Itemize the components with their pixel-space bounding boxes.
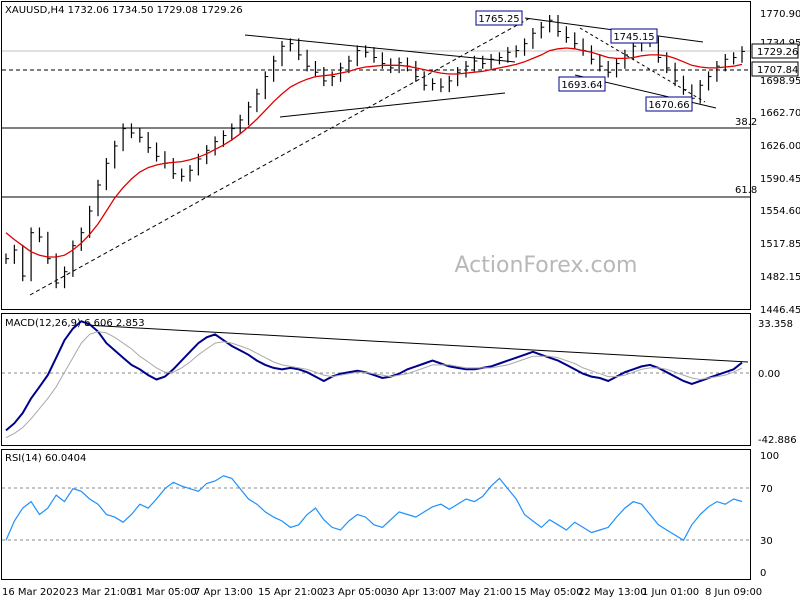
rsi-tick: 100 (760, 451, 779, 462)
price-tick: 1698.95 (760, 76, 800, 87)
price-chart: ActionForex.com 1765.25 1745.15 1693.64 … (1, 1, 800, 598)
x-tick: 15 May 05:00 (514, 587, 583, 598)
label-1765: 1765.25 (478, 14, 519, 25)
x-tick: 8 Jun 09:00 (705, 587, 762, 598)
macd-title: MACD(12,26,9) 6.606 2.853 (5, 318, 145, 329)
chart-title: XAUUSD,H4 1732.06 1734.50 1729.08 1729.2… (5, 5, 243, 16)
current-price-badge: 1729.26 (751, 43, 799, 59)
label-1693: 1693.64 (561, 80, 602, 91)
x-tick: 16 Mar 2020 (2, 587, 65, 598)
rsi-tick: 0 (760, 568, 766, 579)
price-tick: 1517.85 (760, 239, 800, 250)
x-tick: 22 May 13:00 (578, 587, 647, 598)
macd-tick: 33.358 (758, 319, 793, 330)
rsi-tick: 30 (760, 536, 773, 547)
rsi-tick: 70 (760, 484, 773, 495)
x-tick: 15 Apr 21:00 (258, 587, 323, 598)
label-1745-box: 1745.15 (610, 28, 658, 44)
label-1670-box: 1670.66 (645, 96, 693, 112)
rsi-panel-frame (1, 449, 751, 580)
macd-tick: -42.886 (758, 435, 797, 446)
x-tick: 31 Mar 05:00 (130, 587, 197, 598)
price-tick: 1626.00 (760, 141, 800, 152)
x-tick: 30 Apr 13:00 (386, 587, 451, 598)
x-tick: 1 Jun 01:00 (642, 587, 699, 598)
x-tick: 7 May 21:00 (450, 587, 512, 598)
rsi-title: RSI(14) 60.0404 (5, 453, 86, 464)
level-1707-label: 1707.84 (757, 65, 798, 76)
x-axis: 16 Mar 2020 23 Mar 21:00 31 Mar 05:00 7 … (2, 587, 762, 598)
price-tick: 1662.70 (760, 108, 800, 119)
price-tick: 1446.45 (760, 305, 800, 316)
label-1693-box: 1693.64 (558, 76, 606, 92)
level-1707-badge: 1707.84 (751, 61, 799, 77)
fib-38-label: 38.2 (735, 117, 757, 128)
price-tick: 1554.60 (760, 206, 800, 217)
price-tick: 1770.90 (760, 9, 800, 20)
watermark-text: ActionForex.com (455, 253, 638, 278)
price-tick: 1590.45 (760, 174, 800, 185)
fib-61-label: 61.8 (735, 185, 757, 196)
x-tick: 23 Mar 21:00 (66, 587, 133, 598)
label-1765-box: 1765.25 (475, 10, 523, 26)
current-price-label: 1729.26 (757, 47, 798, 58)
label-1745: 1745.15 (613, 32, 654, 43)
macd-panel-frame (1, 313, 751, 446)
macd-tick: 0.00 (758, 369, 780, 380)
price-tick: 1482.15 (760, 272, 800, 283)
x-tick: 7 Apr 13:00 (194, 587, 253, 598)
x-tick: 23 Apr 05:00 (322, 587, 387, 598)
label-1670: 1670.66 (648, 100, 689, 111)
